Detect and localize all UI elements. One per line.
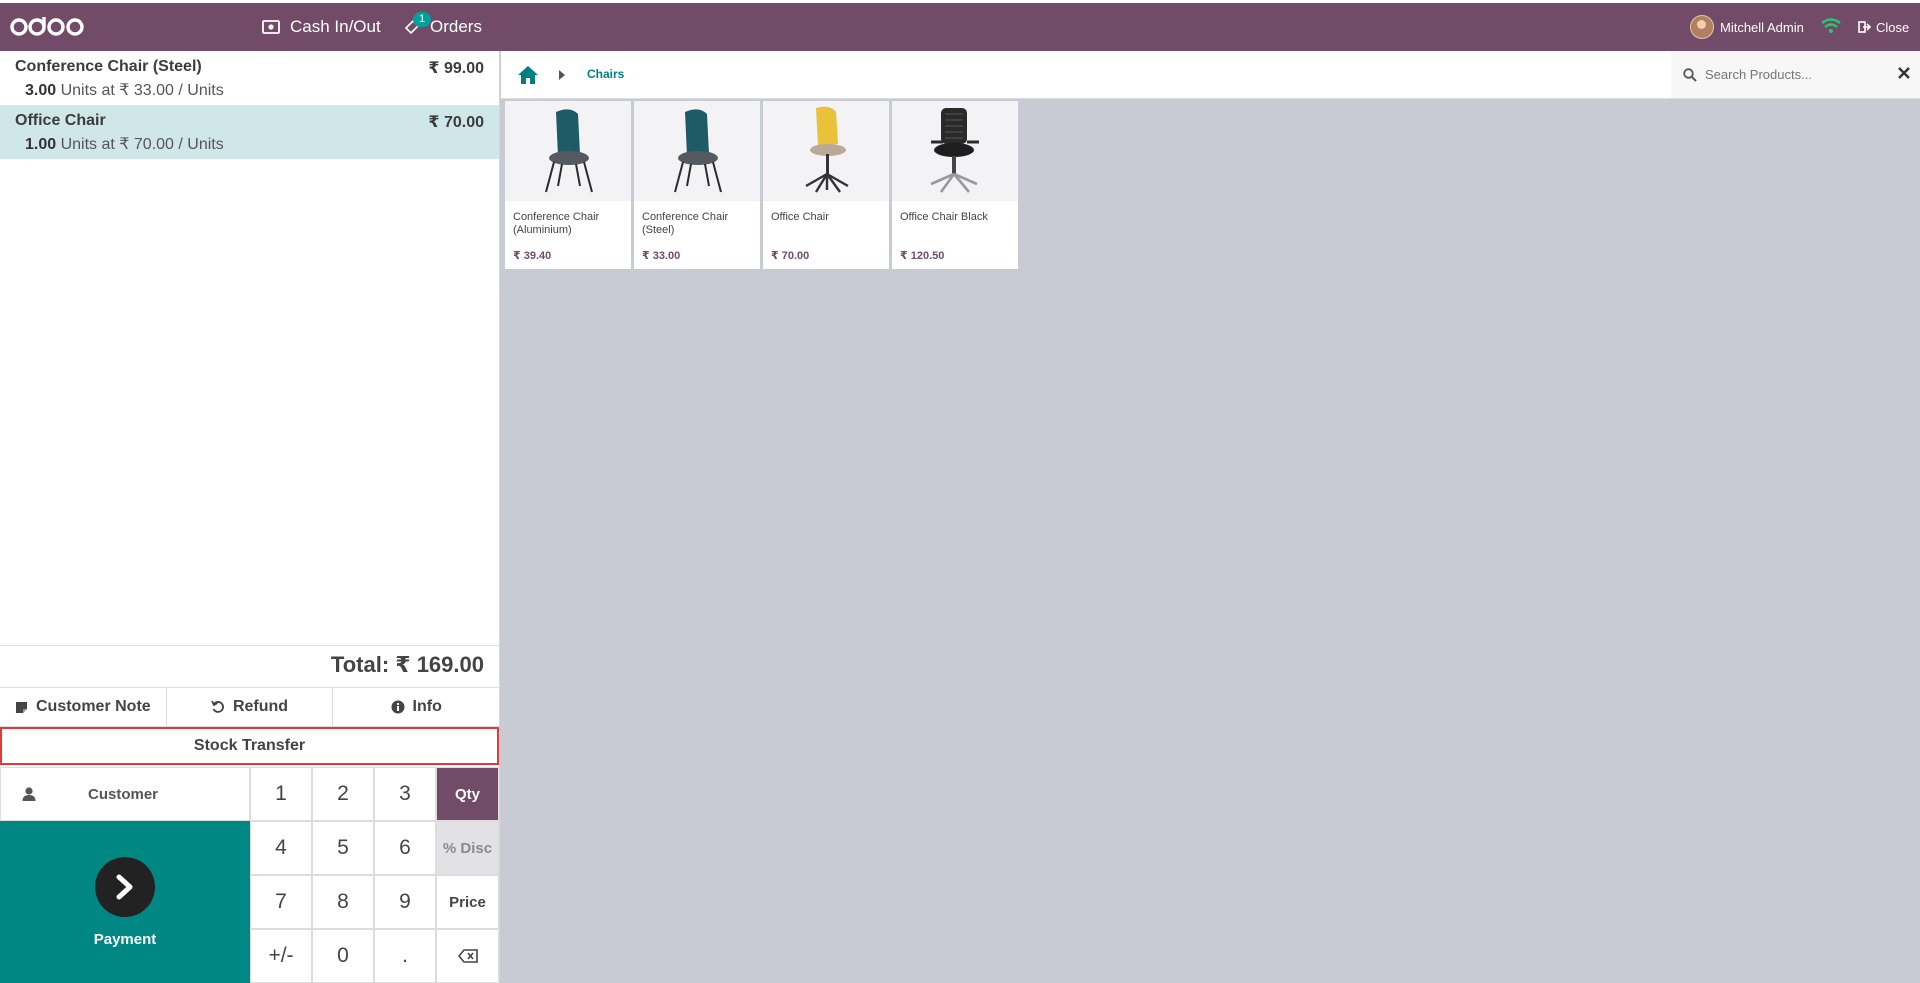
order-line-info: 3.00 Units at ₹ 33.00 / Units: [25, 80, 484, 100]
teal-chair-image: [545, 109, 593, 193]
info-circle-icon: [391, 700, 405, 714]
payment-button[interactable]: Payment: [0, 821, 250, 983]
product-price: ₹ 33.00: [642, 250, 681, 262]
order-panel: Conference Chair (Steel) ₹ 99.00 3.00 Un…: [0, 51, 500, 983]
numpad-key-7[interactable]: 7: [250, 875, 312, 929]
backspace-button[interactable]: [436, 929, 499, 983]
order-line-qty: 1.00: [25, 136, 57, 153]
teal-chair-image: [674, 109, 722, 193]
numpad-key-3[interactable]: 3: [374, 767, 436, 821]
numpad-key-1[interactable]: 1: [250, 767, 312, 821]
price-mode-button[interactable]: Price: [436, 875, 499, 929]
order-line-qty: 3.00: [25, 82, 57, 99]
orders-label: Orders: [430, 17, 482, 36]
order-line-name: Office Chair: [15, 112, 106, 129]
product-image: [892, 101, 1018, 201]
product-card[interactable]: Conference Chair (Aluminium) ₹ 39.40: [505, 101, 631, 269]
top-navbar: Cash In/Out 1 Orders Mitchell Admin Clos…: [0, 0, 1920, 51]
action-pad: Customer Payment 1 2 3 Qty 4 5 6 % Disc …: [0, 767, 499, 983]
user-menu[interactable]: Mitchell Admin: [1690, 3, 1804, 51]
numpad-key-decimal[interactable]: .: [374, 929, 436, 983]
close-label: Close: [1876, 19, 1910, 35]
wifi-icon: [1821, 18, 1841, 33]
clear-search-icon[interactable]: [1898, 67, 1910, 79]
order-line-detail: Units at ₹ 33.00 / Units: [56, 82, 224, 99]
black-office-chair-image: [930, 108, 979, 193]
order-line[interactable]: Conference Chair (Steel) ₹ 99.00 3.00 Un…: [0, 51, 499, 105]
info-label: Info: [412, 698, 442, 715]
refund-label: Refund: [232, 698, 289, 715]
backspace-icon: [457, 949, 478, 963]
product-name: Office Chair Black: [900, 211, 988, 223]
customer-button[interactable]: Customer: [0, 767, 250, 821]
product-price: ₹ 39.40: [513, 250, 552, 262]
numpad-key-2[interactable]: 2: [312, 767, 374, 821]
search-icon: [1683, 67, 1697, 82]
products-header: Chairs: [501, 51, 1920, 99]
numpad-key-6[interactable]: 6: [374, 821, 436, 875]
order-line-name: Conference Chair (Steel): [15, 58, 202, 75]
customer-label: Customer: [87, 785, 158, 803]
qty-mode-button[interactable]: Qty: [436, 767, 499, 821]
product-list: Conference Chair (Aluminium) ₹ 39.40 Con…: [505, 101, 1018, 269]
user-name: Mitchell Admin: [1720, 19, 1804, 35]
cash-in-out-label: Cash In/Out: [290, 17, 381, 36]
product-card[interactable]: Office Chair ₹ 70.00: [763, 101, 889, 269]
caret-right-icon: [559, 70, 565, 80]
order-line-detail: Units at ₹ 70.00 / Units: [56, 136, 224, 153]
product-image: [505, 101, 631, 201]
product-price: ₹ 120.50: [900, 250, 945, 262]
order-line-price: ₹ 70.00: [428, 114, 484, 131]
orders-button[interactable]: 1 Orders: [404, 3, 482, 51]
search-bar: [1671, 51, 1920, 98]
numpad-key-plus-minus[interactable]: +/-: [250, 929, 312, 983]
cash-in-out-button[interactable]: Cash In/Out: [262, 3, 381, 51]
user-icon: [22, 787, 36, 801]
search-input[interactable]: [1703, 66, 1897, 83]
chevron-right-icon: [95, 856, 155, 917]
info-button[interactable]: Info: [333, 688, 499, 726]
order-total: Total: ₹ 169.00: [0, 645, 499, 682]
breadcrumb-chairs[interactable]: Chairs: [587, 67, 624, 81]
payment-label: Payment: [93, 930, 157, 948]
product-name: Conference Chair (Aluminium): [513, 211, 600, 236]
customer-note-button[interactable]: Customer Note: [0, 688, 167, 726]
order-line-price: ₹ 99.00: [428, 60, 484, 77]
order-line-info: 1.00 Units at ₹ 70.00 / Units: [25, 134, 484, 154]
product-image: [634, 101, 760, 201]
discount-mode-button[interactable]: % Disc: [436, 821, 499, 875]
product-name: Conference Chair (Steel): [642, 211, 729, 236]
money-icon: [262, 20, 280, 34]
orders-count-badge: 1: [413, 12, 432, 27]
refund-button[interactable]: Refund: [167, 688, 334, 726]
numpad-key-4[interactable]: 4: [250, 821, 312, 875]
numpad: 1 2 3 Qty 4 5 6 % Disc 7 8 9 Price +/- 0…: [250, 767, 499, 983]
sign-out-icon: [1858, 21, 1871, 33]
control-buttons: Customer Note Refund Info: [0, 687, 499, 727]
home-icon[interactable]: [517, 65, 539, 85]
odoo-logo: [10, 17, 84, 36]
product-price: ₹ 70.00: [771, 250, 810, 262]
numpad-key-8[interactable]: 8: [312, 875, 374, 929]
order-line-selected[interactable]: Office Chair ₹ 70.00 1.00 Units at ₹ 70.…: [0, 105, 499, 159]
product-card[interactable]: Conference Chair (Steel) ₹ 33.00: [634, 101, 760, 269]
numpad-key-5[interactable]: 5: [312, 821, 374, 875]
sticky-note-icon: [15, 701, 27, 713]
avatar: [1690, 15, 1714, 39]
undo-icon: [211, 700, 224, 713]
numpad-key-9[interactable]: 9: [374, 875, 436, 929]
customer-note-label: Customer Note: [35, 698, 151, 715]
product-image: [763, 101, 889, 201]
close-session-button[interactable]: Close: [1858, 3, 1909, 51]
numpad-key-0[interactable]: 0: [312, 929, 374, 983]
product-card[interactable]: Office Chair Black ₹ 120.50: [892, 101, 1018, 269]
stock-transfer-button[interactable]: Stock Transfer: [0, 727, 499, 765]
product-name: Office Chair: [771, 211, 829, 223]
yellow-office-chair-image: [805, 106, 849, 193]
